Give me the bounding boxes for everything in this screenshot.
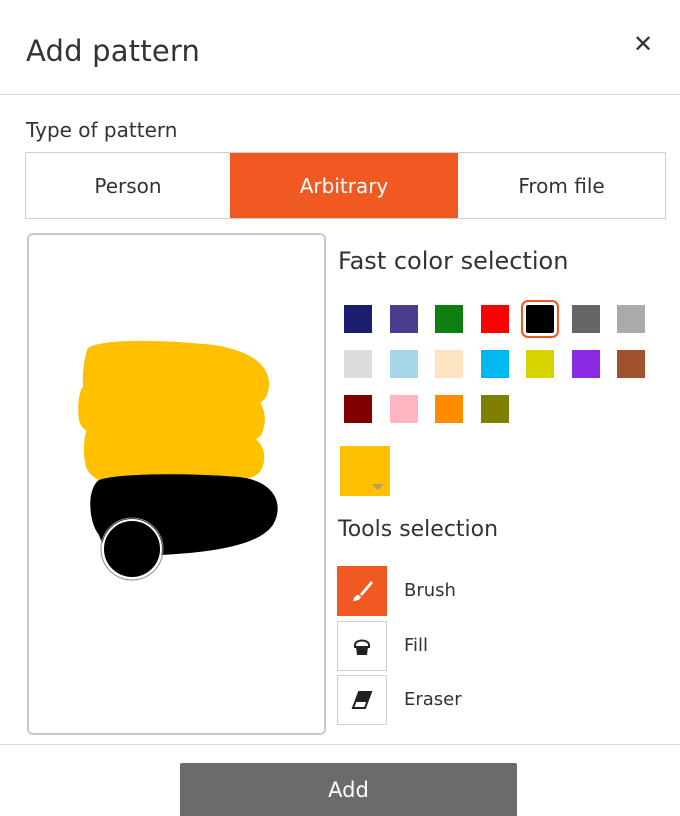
color-swatch[interactable]: [481, 395, 509, 423]
color-swatch[interactable]: [390, 305, 418, 333]
current-color-picker[interactable]: [340, 446, 390, 496]
dialog-title: Add pattern: [26, 34, 201, 68]
color-swatch[interactable]: [435, 350, 463, 378]
brush-tool-button[interactable]: [337, 566, 387, 616]
tools-selection-label: Tools selection: [338, 517, 499, 542]
color-swatch[interactable]: [344, 395, 372, 423]
color-swatch[interactable]: [481, 305, 509, 333]
fill-bucket-icon: [354, 639, 370, 655]
color-swatch[interactable]: [617, 350, 645, 378]
color-swatch[interactable]: [526, 350, 554, 378]
add-button[interactable]: Add: [180, 763, 517, 816]
drawing-canvas[interactable]: [27, 233, 326, 735]
fill-tool-button[interactable]: [337, 621, 387, 671]
eraser-tool-button[interactable]: [337, 675, 387, 725]
eraser-icon: [351, 691, 373, 709]
color-swatch[interactable]: [617, 305, 645, 333]
color-swatch[interactable]: [521, 300, 559, 338]
type-of-pattern-label: Type of pattern: [26, 118, 178, 142]
brush-cursor: [102, 519, 162, 579]
color-swatch[interactable]: [435, 395, 463, 423]
color-swatch[interactable]: [572, 350, 600, 378]
chevron-down-icon: [372, 484, 384, 490]
fast-color-label: Fast color selection: [338, 247, 569, 275]
color-swatch[interactable]: [435, 305, 463, 333]
dialog-header: Add pattern ✕: [0, 0, 680, 95]
brush-icon: [353, 581, 373, 601]
tab-person[interactable]: Person: [26, 153, 230, 218]
brush-label: Brush: [404, 580, 456, 601]
color-swatch[interactable]: [344, 350, 372, 378]
close-icon[interactable]: ✕: [629, 30, 657, 58]
drawing-strokes: [78, 340, 278, 581]
tab-arbitrary[interactable]: Arbitrary: [230, 153, 458, 218]
color-swatch[interactable]: [390, 395, 418, 423]
tab-from-file[interactable]: From file: [458, 153, 665, 218]
color-swatch[interactable]: [481, 350, 509, 378]
color-swatch[interactable]: [390, 350, 418, 378]
fill-label: Fill: [404, 635, 429, 656]
eraser-label: Eraser: [404, 689, 462, 710]
pattern-type-selector: Person Arbitrary From file: [25, 152, 666, 219]
color-swatch[interactable]: [572, 305, 600, 333]
color-swatch[interactable]: [344, 305, 372, 333]
footer-divider: [0, 744, 680, 745]
